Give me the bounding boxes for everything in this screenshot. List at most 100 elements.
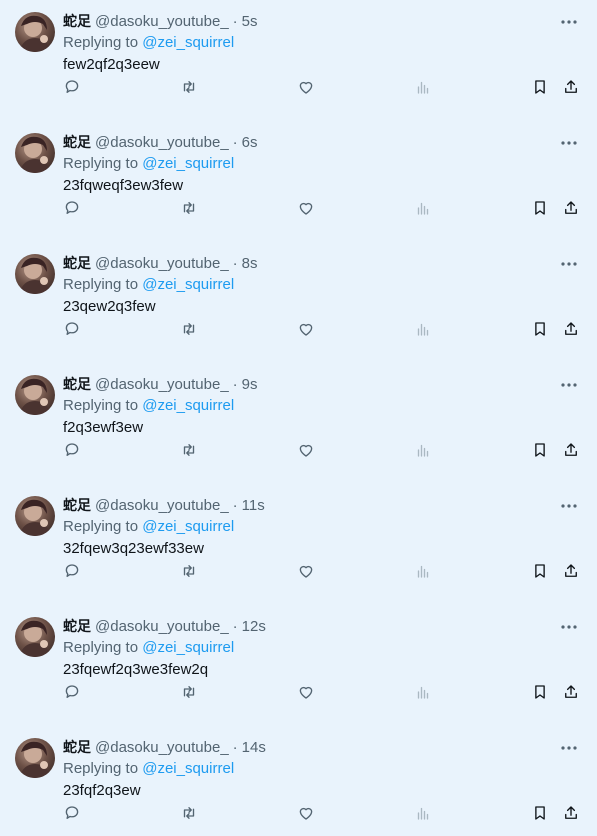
bookmark-button[interactable] [529,560,551,582]
display-name[interactable]: 蛇足 [63,135,91,151]
mention-link[interactable]: @zei_squirrel [142,760,234,777]
user-handle[interactable]: @dasoku_youtube_ [95,13,229,30]
reply-button[interactable] [61,318,83,340]
tweet[interactable]: 蛇足 @dasoku_youtube_ · 14s Replying to @zei_… [0,726,597,836]
share-button[interactable] [560,802,582,824]
views-button[interactable] [412,197,434,219]
views-button[interactable] [412,318,434,340]
share-button[interactable] [560,681,582,703]
avatar[interactable] [15,12,55,52]
analytics-bars-icon [417,444,429,457]
views-button[interactable] [412,439,434,461]
more-horizontal-icon [561,141,577,145]
user-handle[interactable]: @dasoku_youtube_ [95,497,229,514]
views-button[interactable] [412,76,434,98]
share-button[interactable] [560,197,582,219]
retweet-button[interactable] [178,76,200,98]
mention-link[interactable]: @zei_squirrel [142,639,234,656]
user-handle[interactable]: @dasoku_youtube_ [95,618,229,635]
display-name[interactable]: 蛇足 [63,619,91,635]
reply-button[interactable] [61,76,83,98]
avatar[interactable] [15,133,55,173]
like-button[interactable] [295,197,317,219]
tweet[interactable]: 蛇足 @dasoku_youtube_ · 5s Replying to @zei_s… [0,0,597,121]
tweet[interactable]: 蛇足 @dasoku_youtube_ · 6s Replying to @zei_s… [0,121,597,242]
timestamp[interactable]: 8s [242,255,258,272]
retweet-button[interactable] [178,681,200,703]
mention-link[interactable]: @zei_squirrel [142,34,234,51]
avatar[interactable] [15,496,55,536]
tweet[interactable]: 蛇足 @dasoku_youtube_ · 9s Replying to @zei_s… [0,363,597,484]
tweet-header: 蛇足 @dasoku_youtube_ · 5s [63,12,258,32]
bookmark-button[interactable] [529,802,551,824]
like-button[interactable] [295,560,317,582]
more-options-button[interactable] [559,135,579,151]
display-name[interactable]: 蛇足 [63,377,91,393]
avatar[interactable] [15,254,55,294]
like-button[interactable] [295,318,317,340]
display-name[interactable]: 蛇足 [63,740,91,756]
tweet[interactable]: 蛇足 @dasoku_youtube_ · 11s Replying to @zei_… [0,484,597,605]
share-button[interactable] [560,76,582,98]
timestamp[interactable]: 6s [242,134,258,151]
more-options-button[interactable] [559,619,579,635]
timestamp[interactable]: 11s [242,497,265,514]
timestamp[interactable]: 9s [242,376,258,393]
reply-button[interactable] [61,197,83,219]
share-upload-icon [565,322,577,335]
more-options-button[interactable] [559,256,579,272]
more-options-button[interactable] [559,14,579,30]
tweet[interactable]: 蛇足 @dasoku_youtube_ · 8s Replying to @zei_s… [0,242,597,363]
reply-button[interactable] [61,802,83,824]
retweet-button[interactable] [178,318,200,340]
tweet-actions [0,318,597,340]
avatar[interactable] [15,375,55,415]
mention-link[interactable]: @zei_squirrel [142,276,234,293]
display-name[interactable]: 蛇足 [63,498,91,514]
user-handle[interactable]: @dasoku_youtube_ [95,255,229,272]
timestamp[interactable]: 5s [242,13,258,30]
timestamp[interactable]: 14s [242,739,266,756]
retweet-button[interactable] [178,560,200,582]
like-button[interactable] [295,439,317,461]
bookmark-button[interactable] [529,76,551,98]
timestamp[interactable]: 12s [242,618,266,635]
reply-button[interactable] [61,681,83,703]
more-options-button[interactable] [559,740,579,756]
user-handle[interactable]: @dasoku_youtube_ [95,739,229,756]
reply-button[interactable] [61,439,83,461]
display-name[interactable]: 蛇足 [63,256,91,272]
more-options-button[interactable] [559,377,579,393]
like-button[interactable] [295,802,317,824]
heart-icon [299,202,313,215]
views-button[interactable] [412,681,434,703]
bookmark-button[interactable] [529,439,551,461]
bookmark-button[interactable] [529,681,551,703]
retweet-button[interactable] [178,802,200,824]
bookmark-button[interactable] [529,197,551,219]
views-button[interactable] [412,802,434,824]
share-button[interactable] [560,318,582,340]
bookmark-button[interactable] [529,318,551,340]
mention-link[interactable]: @zei_squirrel [142,155,234,172]
more-options-button[interactable] [559,498,579,514]
more-horizontal-icon [561,262,577,266]
mention-link[interactable]: @zei_squirrel [142,518,234,535]
user-handle[interactable]: @dasoku_youtube_ [95,134,229,151]
like-button[interactable] [295,76,317,98]
reply-button[interactable] [61,560,83,582]
like-button[interactable] [295,681,317,703]
avatar[interactable] [15,617,55,657]
tweet-header: 蛇足 @dasoku_youtube_ · 6s [63,133,258,153]
avatar[interactable] [15,738,55,778]
display-name[interactable]: 蛇足 [63,14,91,30]
share-button[interactable] [560,439,582,461]
user-handle[interactable]: @dasoku_youtube_ [95,376,229,393]
views-button[interactable] [412,560,434,582]
mention-link[interactable]: @zei_squirrel [142,397,234,414]
retweet-button[interactable] [178,197,200,219]
tweet[interactable]: 蛇足 @dasoku_youtube_ · 12s Replying to @zei_… [0,605,597,726]
retweet-button[interactable] [178,439,200,461]
tweet-header: 蛇足 @dasoku_youtube_ · 9s [63,375,258,395]
share-button[interactable] [560,560,582,582]
